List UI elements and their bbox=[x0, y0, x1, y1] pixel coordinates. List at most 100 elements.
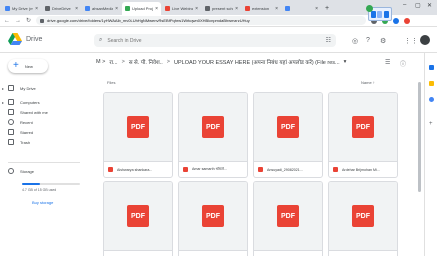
tab-close-icon[interactable]: × bbox=[35, 6, 38, 12]
file-card[interactable]: PDF Prathibha Gading . Pr... bbox=[328, 181, 398, 256]
drive-title[interactable]: Drive bbox=[26, 36, 42, 43]
popup-icon bbox=[384, 10, 390, 18]
browser-tab[interactable]: My Drive (my-school)× bbox=[2, 2, 41, 15]
browser-tab[interactable]: × bbox=[282, 2, 321, 15]
sidebar-item-recent[interactable]: Recent bbox=[0, 117, 85, 127]
file-caption[interactable]: Aishwarya shankara... bbox=[104, 161, 172, 177]
tab-label: Live Webinar bbox=[172, 6, 194, 11]
browser-tab[interactable]: extension × bbox=[242, 2, 281, 15]
expand-arrow-icon[interactable]: ▸ bbox=[0, 86, 6, 91]
file-thumbnail[interactable]: PDF bbox=[329, 93, 397, 161]
browser-tab[interactable]: Live Webinar × bbox=[162, 2, 201, 15]
keep-icon[interactable] bbox=[429, 81, 434, 86]
tab-close-icon[interactable]: × bbox=[75, 6, 78, 12]
buy-storage-link[interactable]: Buy storage bbox=[32, 200, 53, 205]
browser-tab[interactable]: ahsanMedia × bbox=[82, 2, 121, 15]
maximize-icon[interactable]: ▢ bbox=[415, 2, 421, 9]
storage-label: Storage bbox=[20, 168, 35, 174]
file-card[interactable]: PDF Amar samarth भोसले... bbox=[178, 92, 248, 178]
help-icon[interactable]: ? bbox=[366, 37, 370, 44]
extension-popup[interactable] bbox=[366, 5, 392, 21]
calendar-icon[interactable] bbox=[429, 65, 434, 70]
file-card[interactable]: PDF Aishwarya shankara... bbox=[103, 92, 173, 178]
browser-tab[interactable]: DriveDrive × bbox=[42, 2, 81, 15]
file-card[interactable]: PDF Ardehar Brijmohan Mi... bbox=[328, 92, 398, 178]
new-button[interactable]: + New bbox=[8, 59, 48, 73]
url-bar[interactable]: drive.google.com/drive/folders/1yHWAAlb_… bbox=[36, 16, 367, 25]
add-addon-icon[interactable]: + bbox=[429, 121, 434, 127]
star-icon bbox=[8, 129, 14, 135]
popup-icon bbox=[370, 10, 376, 18]
file-card[interactable]: PDF Ansuyadi_29082021... bbox=[253, 92, 323, 178]
file-name: Amar samarth भोसले... bbox=[192, 167, 227, 171]
file-caption[interactable]: Nilumdha . BHAMARI... bbox=[254, 250, 322, 256]
file-thumbnail[interactable]: PDF bbox=[329, 182, 397, 250]
breadcrumb-item[interactable]: स से. पी. निवेश.. bbox=[129, 58, 163, 66]
pdf-thumbnail-icon: PDF bbox=[277, 116, 299, 138]
offline-status-icon[interactable]: ◎ bbox=[352, 37, 358, 45]
file-thumbnail[interactable]: PDF bbox=[104, 93, 172, 161]
apps-grid-icon[interactable]: ⋮⋮ bbox=[404, 37, 418, 45]
sidebar-item-storage[interactable]: Storage bbox=[0, 166, 85, 176]
sort-by-name-button[interactable]: Name ↑ bbox=[361, 80, 375, 85]
tab-close-icon[interactable]: × bbox=[195, 6, 198, 12]
file-caption[interactable]: Krishna Brijmohan Di... bbox=[104, 250, 172, 256]
browser-tab[interactable]: present school× bbox=[202, 2, 241, 15]
tab-label: ahsanMedia bbox=[92, 6, 114, 11]
file-thumbnail[interactable]: PDF bbox=[254, 182, 322, 250]
file-caption[interactable]: Ardehar Brijmohan Mi... bbox=[329, 161, 397, 177]
breadcrumb-item[interactable]: M > bbox=[96, 59, 105, 65]
settings-gear-icon[interactable]: ⚙ bbox=[380, 37, 386, 45]
extension-icon[interactable] bbox=[404, 17, 411, 24]
file-thumbnail[interactable]: PDF bbox=[179, 93, 247, 161]
sidebar-item-computers[interactable]: ▸ Computers bbox=[0, 97, 85, 107]
tab-close-icon[interactable]: × bbox=[275, 6, 278, 12]
google-drive-logo-icon bbox=[8, 33, 22, 45]
file-card[interactable]: PDF Krishna Brijmohan Di... bbox=[103, 181, 173, 256]
file-card[interactable]: PDF nikunth . Apurna Bup... bbox=[178, 181, 248, 256]
file-thumbnail[interactable]: PDF bbox=[179, 182, 247, 250]
new-tab-button[interactable]: + bbox=[322, 2, 332, 15]
info-icon[interactable]: ⓘ bbox=[400, 59, 406, 68]
avatar[interactable] bbox=[420, 35, 430, 45]
tab-close-icon[interactable]: × bbox=[315, 6, 318, 12]
scrollbar-thumb[interactable] bbox=[418, 82, 421, 192]
file-thumbnail[interactable]: PDF bbox=[254, 93, 322, 161]
file-caption[interactable]: Amar samarth भोसले... bbox=[179, 161, 247, 177]
sidebar-item-starred[interactable]: Starred bbox=[0, 127, 85, 137]
sidebar-item-my-drive[interactable]: ▸ My Drive bbox=[0, 83, 85, 93]
breadcrumb-dropdown-icon[interactable]: ▾ bbox=[344, 59, 347, 65]
tab-close-icon[interactable]: × bbox=[115, 6, 118, 12]
list-view-icon[interactable]: ☰ bbox=[385, 59, 390, 66]
breadcrumb-item[interactable]: UPLOAD YOUR ESSAY HERE (अपना निबंध यहां … bbox=[174, 58, 340, 66]
breadcrumb-separator-icon: > bbox=[121, 59, 125, 65]
sidebar-item-label: My Drive bbox=[20, 85, 36, 91]
file-caption[interactable]: Ansuyadi_29082021... bbox=[254, 161, 322, 177]
scrollbar[interactable] bbox=[418, 82, 421, 254]
file-thumbnail[interactable]: PDF bbox=[104, 182, 172, 250]
tab-close-icon[interactable]: × bbox=[235, 6, 238, 12]
tab-close-icon[interactable]: × bbox=[155, 6, 158, 12]
storage-progress-fill bbox=[22, 183, 40, 185]
file-card[interactable]: PDF Nilumdha . BHAMARI... bbox=[253, 181, 323, 256]
close-window-icon[interactable]: ✕ bbox=[427, 2, 432, 9]
search-bar[interactable]: ⌕ ☷ bbox=[94, 34, 336, 47]
breadcrumb-item[interactable]: रा... bbox=[109, 58, 117, 66]
search-icon[interactable]: ⌕ bbox=[99, 37, 102, 44]
forward-icon[interactable]: → bbox=[15, 18, 21, 24]
expand-arrow-icon[interactable]: ▸ bbox=[0, 100, 6, 105]
reload-icon[interactable]: ↻ bbox=[26, 17, 31, 24]
file-caption[interactable]: nikunth . Apurna Bup... bbox=[179, 250, 247, 256]
minimize-icon[interactable]: – bbox=[403, 2, 406, 8]
popup-icon bbox=[377, 10, 383, 18]
search-input[interactable] bbox=[107, 37, 288, 44]
file-caption[interactable]: Prathibha Gading . Pr... bbox=[329, 250, 397, 256]
browser-tab[interactable]: Upload Project× bbox=[122, 2, 161, 15]
extension-icon[interactable] bbox=[393, 17, 400, 24]
sidebar-item-shared-with-me[interactable]: Shared with me bbox=[0, 107, 85, 117]
filter-options-icon[interactable]: ☷ bbox=[326, 37, 331, 44]
sidebar-item-trash[interactable]: Trash bbox=[0, 137, 85, 147]
pdf-thumbnail-icon: PDF bbox=[277, 205, 299, 227]
tasks-icon[interactable] bbox=[429, 97, 434, 102]
back-icon[interactable]: ← bbox=[4, 18, 10, 24]
